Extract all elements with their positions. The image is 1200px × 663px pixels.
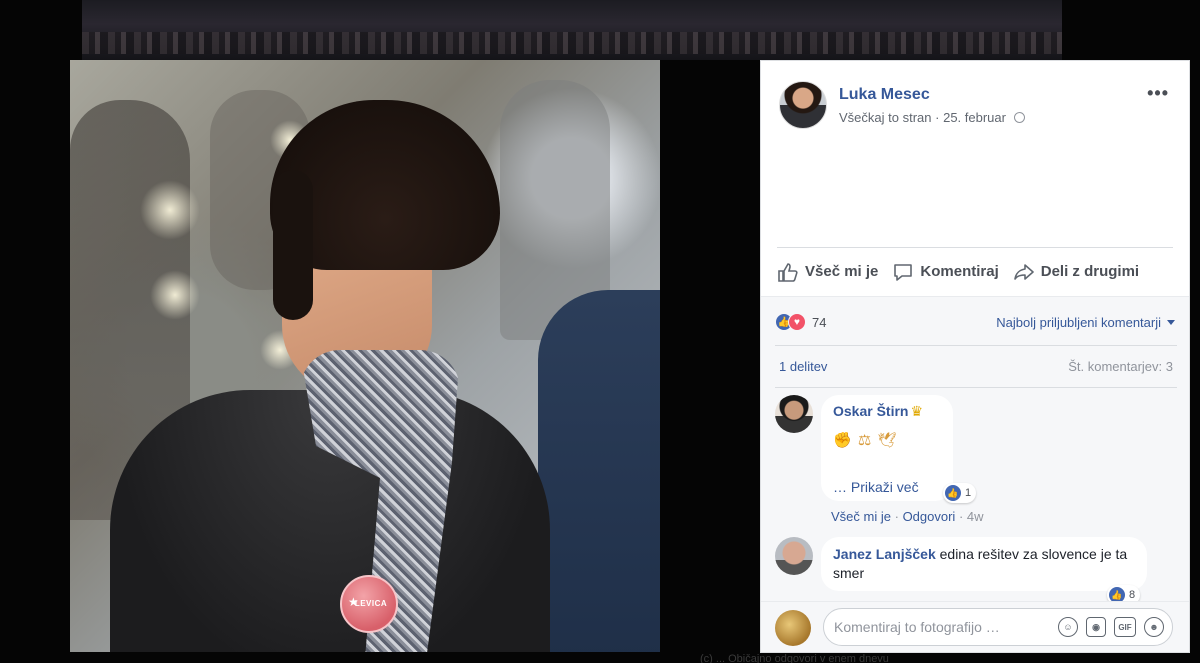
like-button[interactable]: Všeč mi je — [777, 262, 878, 282]
photo-viewer: ★ LEVICA Luka Mesec Všečkaj to stran · 2… — [0, 0, 1200, 663]
reply-button[interactable]: Odgovori — [903, 509, 956, 524]
comment-count[interactable]: Št. komentarjev: 3 — [1068, 359, 1173, 374]
comment-composer: Komentiraj to fotografijo … ☺ ◉ GIF ☻ — [761, 601, 1189, 652]
comment-sort-dropdown[interactable]: Najbolj priljubljeni komentarji — [996, 315, 1175, 330]
post-photo[interactable]: ★ LEVICA — [70, 60, 660, 652]
crown-icon: ♛ — [910, 403, 924, 419]
caret-down-icon — [1167, 320, 1175, 325]
post-date[interactable]: 25. februar — [943, 110, 1006, 125]
camera-icon[interactable]: ◉ — [1086, 617, 1106, 637]
commenter-avatar[interactable] — [775, 395, 813, 433]
divider — [775, 345, 1177, 346]
current-user-avatar — [775, 610, 811, 646]
post-meta: Všečkaj to stran · 25. februar — [839, 110, 1025, 125]
comment-actions: Všeč mi je · Odgovori · 4w — [831, 509, 984, 524]
see-more-link[interactable]: … Prikaži več — [833, 479, 919, 495]
comment-like-count[interactable]: 👍 1 — [943, 483, 977, 503]
comments-list: Oskar Štirn ♛ ✊ ⚖ 🕊 … Prikaži več 👍 1 Vše… — [761, 391, 1189, 605]
post-sidebar: Luka Mesec Všečkaj to stran · 25. februa… — [760, 60, 1190, 653]
reactions-summary[interactable]: 👍 ♥ 74 — [775, 313, 826, 331]
badge-text: LEVICA — [354, 599, 388, 608]
comment-bubble: Janez Lanjšček edina rešitev za slovence… — [821, 537, 1147, 591]
author-name[interactable]: Luka Mesec — [839, 86, 930, 104]
comment-bubble: Oskar Štirn ♛ ✊ ⚖ 🕊 … Prikaži več — [821, 395, 953, 501]
comment-like-button[interactable]: Všeč mi je — [831, 509, 891, 524]
share-arrow-icon — [1013, 263, 1034, 280]
love-icon: ♥ — [788, 313, 806, 331]
comment-button[interactable]: Komentiraj — [892, 262, 999, 282]
levica-badge: ★ LEVICA — [340, 575, 398, 633]
divider — [775, 387, 1177, 388]
post-stats: 👍 ♥ 74 Najbolj priljubljeni komentarji 1… — [761, 296, 1189, 406]
comment-emoji: ✊ ⚖ 🕊 — [833, 432, 898, 449]
caption-text: (c) ... Običajno odgovori v enem dnevu — [700, 653, 889, 663]
sticker-icon[interactable]: ☻ — [1144, 617, 1164, 637]
thumbs-up-icon — [778, 262, 798, 282]
shares-link[interactable]: 1 delitev — [779, 359, 827, 374]
commenter-avatar[interactable] — [775, 537, 813, 575]
post-actions: Všeč mi je Komentiraj Deli z drugimi — [777, 247, 1173, 295]
commenter-name[interactable]: Oskar Štirn — [833, 403, 908, 419]
comment-time[interactable]: 4w — [967, 509, 984, 524]
emoji-icon[interactable]: ☺ — [1058, 617, 1078, 637]
globe-icon — [1013, 112, 1025, 123]
gif-icon[interactable]: GIF — [1114, 617, 1136, 637]
commenter-name[interactable]: Janez Lanjšček — [833, 546, 936, 562]
like-icon: 👍 — [945, 485, 961, 501]
background-photo-strip — [82, 0, 1062, 60]
share-button[interactable]: Deli z drugimi — [1013, 262, 1139, 282]
author-avatar[interactable] — [779, 81, 827, 129]
post-header: Luka Mesec Všečkaj to stran · 25. februa… — [779, 81, 1169, 131]
like-page-link[interactable]: Všečkaj to stran — [839, 110, 932, 125]
comment-input[interactable]: Komentiraj to fotografijo … ☺ ◉ GIF ☻ — [823, 608, 1173, 646]
more-options-icon[interactable]: ••• — [1147, 83, 1169, 104]
comment-icon — [894, 263, 913, 281]
reaction-count: 74 — [812, 314, 827, 330]
